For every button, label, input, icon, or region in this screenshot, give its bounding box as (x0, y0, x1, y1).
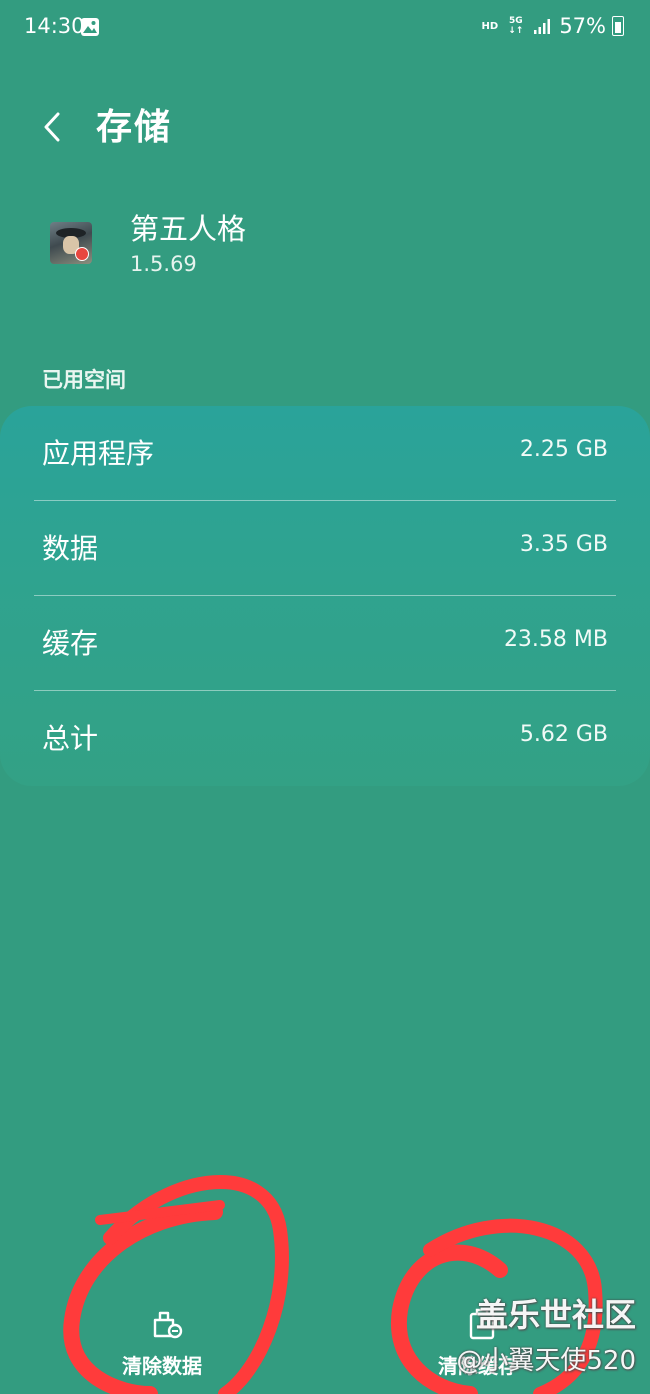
app-icon-badge (75, 247, 89, 261)
storage-card: 应用程序 2.25 GB 数据 3.35 GB 缓存 23.58 MB 总计 5… (0, 406, 650, 786)
app-icon (50, 222, 92, 264)
storage-row-value: 5.62 GB (519, 722, 608, 747)
clear-data-label: 清除数据 (122, 1354, 202, 1378)
network-5g-icon: 5G ↓↑ (508, 16, 523, 36)
storage-row-label: 总计 (42, 722, 99, 755)
battery-percent: 57% (559, 14, 606, 38)
app-bar: 存储 (0, 92, 650, 162)
storage-row-total: 总计 5.62 GB (0, 691, 650, 785)
storage-row-value: 3.35 GB (519, 532, 608, 557)
storage-row-label: 应用程序 (42, 437, 155, 470)
clear-data-button[interactable]: 清除数据 (110, 1300, 230, 1380)
section-label-used-space: 已用空间 (42, 368, 126, 392)
battery-icon (612, 16, 624, 36)
data-arrows-icon: ↓↑ (508, 26, 524, 36)
back-button[interactable] (30, 104, 76, 150)
storage-row-data: 数据 3.35 GB (0, 501, 650, 595)
clear-cache-icon (469, 1308, 495, 1340)
image-notification-icon (81, 18, 99, 36)
storage-row-label: 缓存 (42, 627, 99, 660)
app-name: 第五人格 (130, 212, 247, 246)
clear-cache-button[interactable]: 清除缓存 (430, 1300, 550, 1380)
status-icons: HD 5G ↓↑ 57% (482, 14, 624, 38)
status-time: 14:30 (24, 14, 85, 38)
signal-icon (534, 19, 551, 34)
clear-cache-label: 清除缓存 (438, 1354, 518, 1378)
storage-row-label: 数据 (42, 532, 99, 565)
app-info: 第五人格 1.5.69 (0, 200, 650, 290)
storage-row-value: 23.58 MB (503, 627, 608, 652)
hd-indicator: HD (481, 20, 499, 32)
storage-row-value: 2.25 GB (519, 437, 608, 462)
storage-row-app: 应用程序 2.25 GB (0, 406, 650, 500)
app-version: 1.5.69 (130, 252, 197, 276)
storage-row-cache: 缓存 23.58 MB (0, 596, 650, 690)
clear-data-icon (153, 1311, 183, 1339)
chevron-left-icon (44, 112, 60, 142)
status-bar: 14:30 HD 5G ↓↑ 57% (0, 0, 650, 56)
network-5g-label: 5G (508, 16, 523, 26)
page-title: 存储 (96, 107, 173, 148)
